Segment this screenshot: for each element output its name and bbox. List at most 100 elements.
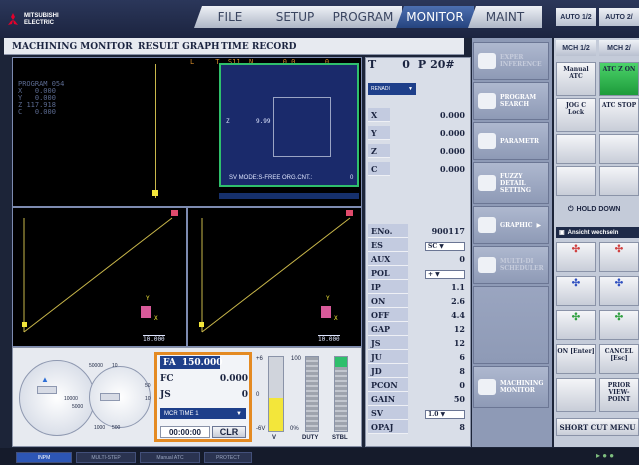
axis-row: C 0.000 [368,162,468,176]
cancel-button[interactable]: CANCEL [Esc] [599,344,639,374]
param-row: ENo. 900117 [368,224,468,238]
param-row: AUX 0 [368,252,468,266]
param-row: PCON 0 [368,378,468,392]
es-select[interactable]: SC ▼ [425,241,465,251]
timer-display: 00:00:00 [160,426,210,438]
param-table: ENo. 900117 ES SC ▼ AUX 0 POL + ▼ IP 1.1 ON 2.… [368,224,468,446]
tab-auto-1[interactable]: AUTO 1/2 [556,8,596,26]
dial-label-bot2: 500 [112,425,121,431]
search-icon [478,93,496,109]
manual-atc-button[interactable]: Manual ATC [556,62,596,96]
view-rotate-5[interactable]: ✣ [556,310,596,340]
axes-icon: ✣ [571,312,581,323]
atc-z-on-button[interactable]: ATC Z ON [599,62,639,96]
view-rotate-4[interactable]: ✣ [599,276,639,306]
dial-label-top: 50000 [89,363,103,369]
expert-inference-button[interactable]: EXPER INFERENCE [473,42,549,80]
axes-icon: ✣ [614,312,624,323]
fc-row: FC 0.000 [160,374,248,384]
param-row: JU 6 [368,350,468,364]
tab-auto-2[interactable]: AUTO 2/ [599,8,639,26]
subtab-time-record[interactable]: TIME RECORD [221,42,297,52]
axis-row: X 0.000 [368,108,468,122]
status-protect: PROTECT [204,452,252,463]
subtab-machining-monitor[interactable]: MACHINING MONITOR [12,42,133,52]
dial-label-right2: 10 [145,396,151,402]
dial-label-left1: 10000 [64,396,78,402]
mode-select[interactable]: RENADI ▼ [368,83,416,95]
p-label: P [417,58,427,71]
graphic-icon [478,217,496,233]
clr-button[interactable]: CLR [212,426,246,438]
tab-maint[interactable]: MAINT [468,6,542,28]
view-rotate-3[interactable]: ✣ [556,276,596,306]
empty-key-4[interactable] [599,166,639,196]
sv-select[interactable]: 1.0 ▼ [425,409,465,419]
mcr-time-select[interactable]: MCR TIME 1 ▼ [160,408,246,419]
graphic-button[interactable]: GRAPHIC ▶ [473,206,549,244]
voltage-meter-fill [269,397,283,431]
axes-icon: ✣ [614,244,624,255]
hold-down-label: ⏻ HOLD DOWN [568,206,621,213]
param-row: JD 8 [368,364,468,378]
view-rotate-6[interactable]: ✣ [599,310,639,340]
empty-key-2[interactable] [599,134,639,164]
jog-c-lock-button[interactable]: JOG C Lock [556,98,596,132]
inference-icon [478,53,496,69]
meter-stbl-label: STBL [332,435,348,441]
param-row: SV 1.0 ▼ [368,406,468,420]
subtab-result-graph[interactable]: RESULT GRAPH [138,42,220,52]
meter-v-label: V [272,435,277,441]
meter-zero: 0 [256,392,260,398]
stbl-meter [334,356,348,432]
axes-icon: ✣ [614,278,624,289]
prior-view-point-button[interactable]: PRIOR VIEW-POINT [599,378,639,412]
meter-0pct: 0% [290,426,299,432]
dial-label-bot1: 1000 [94,425,106,431]
plot-right-y: Y [326,295,330,302]
plot-right-scale: 10.000 [318,335,340,343]
pol-select[interactable]: + ▼ [425,269,465,279]
plot-left-marker [171,210,178,216]
tab-program[interactable]: PROGRAM [324,6,402,28]
tab-setup[interactable]: SETUP [258,6,332,28]
machining-monitor-button[interactable]: MACHINING MONITOR [473,366,549,408]
fa-field[interactable]: FA 150.000 [160,356,223,369]
t-value: 0 [402,58,410,71]
param-row: IP 1.1 [368,280,468,294]
atc-stop-button[interactable]: ATC STOP [599,98,639,132]
parameter-button[interactable]: PARAMETR [473,122,549,160]
tool-position-row: T 0 P 20# [368,58,468,71]
param-row: OFF 4.4 [368,308,468,322]
tab-mch-2[interactable]: MCH 2/ [599,40,639,56]
fuzzy-detail-setting-button[interactable]: FUZZY DETAIL SETTING [473,162,549,204]
dial-label-right: 50 [145,383,151,389]
shortcut-menu-button[interactable]: SHORT CUT MENU [556,418,639,436]
ansicht-bar[interactable]: ▣ Ansicht wechseln [556,227,639,238]
param-row: GAIN 50 [368,392,468,406]
duty-meter [305,356,319,432]
sv-z-label: Z [226,118,230,125]
sv-mode-scrollbar[interactable] [219,193,359,199]
tab-mch-1[interactable]: MCH 1/2 [556,40,596,56]
multi-scheduler-button[interactable]: MULTI-DI SCHEDULER [473,246,549,284]
plot-vertical-line [155,64,156,198]
empty-key-3[interactable] [556,166,596,196]
empty-key-1[interactable] [556,134,596,164]
feed-dial-left[interactable] [19,360,95,436]
tab-file[interactable]: FILE [194,6,266,28]
plot-left-y: Y [146,295,150,302]
chevron-down-icon: ▼ [236,410,242,417]
empty-side-slot [473,286,549,364]
view-rotate-1[interactable]: ✣ [556,242,596,272]
empty-key-5[interactable] [556,378,596,412]
brand-line2: ELECTRIC [24,20,54,26]
view-rotate-2[interactable]: ✣ [599,242,639,272]
program-search-button[interactable]: PROGRAM SEARCH [473,82,549,120]
feed-dial-right[interactable] [89,366,151,428]
tab-monitor[interactable]: MONITOR [396,6,474,28]
axes-icon: ✣ [571,244,581,255]
brand-line1: MITSUBISHI [24,13,59,19]
fuzzy-icon [478,175,496,191]
on-enter-button[interactable]: ON [Enter] [556,344,596,374]
